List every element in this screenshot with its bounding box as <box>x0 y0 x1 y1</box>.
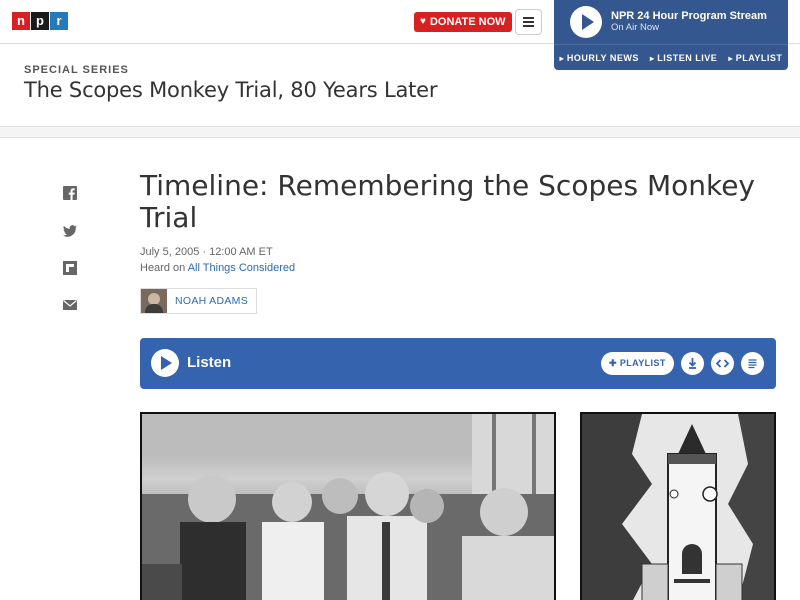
stream-play-button[interactable] <box>570 6 602 38</box>
plus-icon: ✚ <box>609 358 620 368</box>
trial-photo[interactable] <box>140 412 556 600</box>
transcript-button[interactable] <box>741 352 764 375</box>
email-icon[interactable] <box>62 297 78 313</box>
article-headline: Timeline: Remembering the Scopes Monkey … <box>140 169 755 234</box>
photo-courthouse-tower <box>582 414 774 600</box>
playlist-button-label: PLAYLIST <box>619 358 666 368</box>
download-button[interactable] <box>681 352 704 375</box>
transcript-icon <box>748 359 757 369</box>
divider <box>0 126 800 138</box>
embed-icon <box>715 359 730 368</box>
hourly-news-link[interactable]: HOURLY NEWS <box>560 53 639 63</box>
donate-label: DONATE NOW <box>429 16 506 28</box>
npr-logo[interactable]: n p r <box>12 12 69 30</box>
stream-subtitle: On Air Now <box>611 22 660 33</box>
logo-letter-r: r <box>50 12 68 30</box>
play-button[interactable] <box>151 349 179 377</box>
author-avatar <box>141 289 167 313</box>
program-link[interactable]: All Things Considered <box>188 262 295 274</box>
menu-button[interactable] <box>515 9 542 35</box>
add-to-playlist-button[interactable]: ✚ PLAYLIST <box>601 352 674 375</box>
series-title[interactable]: The Scopes Monkey Trial, 80 Years Later <box>24 78 438 102</box>
heard-on-prefix: Heard on <box>140 262 188 274</box>
facebook-icon[interactable] <box>62 185 78 201</box>
author-byline[interactable]: NOAH ADAMS <box>140 288 258 314</box>
menu-icon-bar <box>523 25 534 27</box>
courthouse-photo[interactable] <box>580 412 776 600</box>
heart-icon: ♥ <box>420 16 426 27</box>
flipboard-icon[interactable] <box>62 260 78 276</box>
logo-letter-n: n <box>12 12 30 30</box>
live-stream-widget: NPR 24 Hour Program Stream On Air Now HO… <box>554 0 788 70</box>
audio-player: Listen ✚ PLAYLIST <box>140 338 776 389</box>
playlist-link[interactable]: PLAYLIST <box>728 53 782 63</box>
logo-letter-p: p <box>31 12 49 30</box>
heard-on: Heard on All Things Considered <box>140 262 295 274</box>
donate-button[interactable]: ♥ DONATE NOW <box>414 12 512 32</box>
twitter-icon[interactable] <box>62 223 78 239</box>
listen-live-link[interactable]: LISTEN LIVE <box>650 53 717 63</box>
stream-title[interactable]: NPR 24 Hour Program Stream <box>611 10 767 22</box>
download-icon <box>688 358 697 369</box>
embed-button[interactable] <box>711 352 734 375</box>
menu-icon-bar <box>523 21 534 23</box>
photo-men-in-courtroom <box>142 414 554 600</box>
article-date: July 5, 2005 · 12:00 AM ET <box>140 246 273 258</box>
listen-label[interactable]: Listen <box>187 354 231 371</box>
menu-icon-bar <box>523 17 534 19</box>
series-kicker[interactable]: SPECIAL SERIES <box>24 64 129 76</box>
stream-links: HOURLY NEWS LISTEN LIVE PLAYLIST <box>554 44 788 70</box>
author-name[interactable]: NOAH ADAMS <box>167 289 256 313</box>
